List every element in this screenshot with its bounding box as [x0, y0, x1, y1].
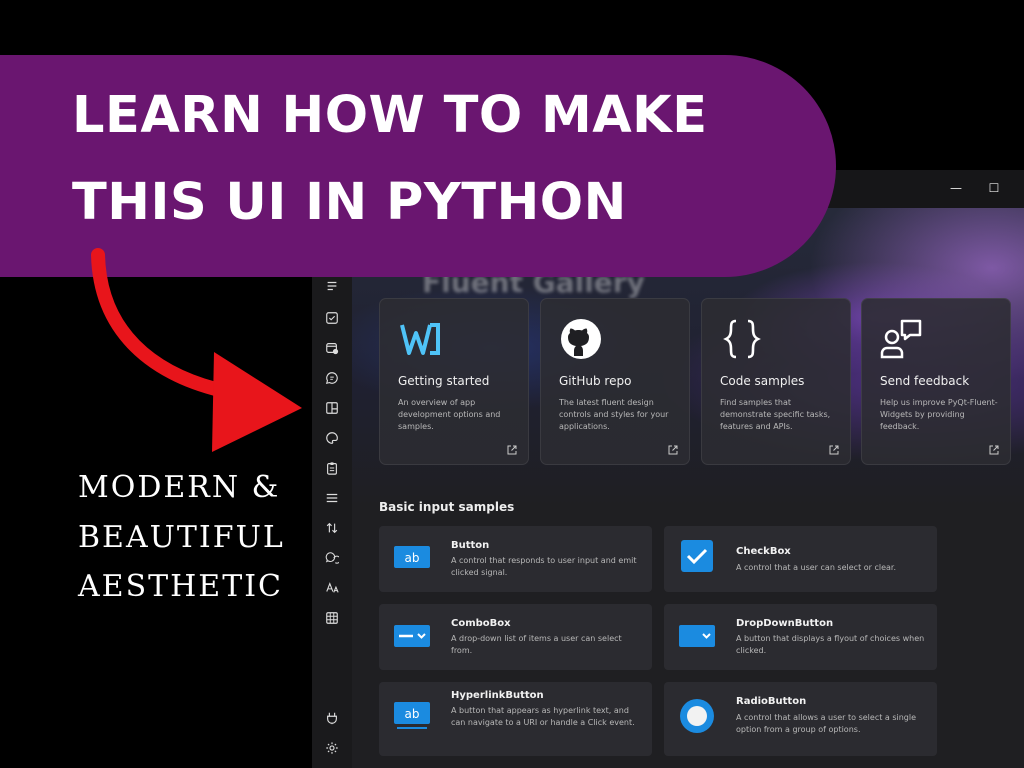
svg-text:ab: ab — [405, 707, 420, 721]
sample-description: A button that appears as hyperlink text,… — [451, 706, 635, 727]
headline-line-2: THIS UI IN PYTHON — [72, 173, 627, 232]
sample-name: ComboBox — [451, 618, 511, 629]
button-sample-icon: ab — [394, 546, 430, 568]
card-title: Send feedback — [880, 374, 970, 388]
nav-item-text[interactable] — [322, 578, 342, 598]
radiobutton-sample-icon — [680, 699, 714, 733]
feedback-icon — [880, 319, 922, 359]
card-send-feedback[interactable]: Send feedback Help us improve PyQt-Fluen… — [861, 298, 1011, 465]
layout-icon — [326, 402, 338, 414]
sample-description: A control that responds to user input an… — [451, 556, 637, 577]
sample-dropdownbutton[interactable]: DropDownButton A button that displays a … — [664, 604, 937, 670]
sample-description: A control that allows a user to select a… — [736, 713, 917, 734]
date-time-icon — [326, 343, 339, 355]
combobox-sample-icon — [394, 625, 430, 647]
palette-icon — [326, 432, 338, 444]
headline-line-1: LEARN HOW TO MAKE — [72, 86, 708, 145]
card-github-repo[interactable]: GitHub repo The latest fluent design con… — [540, 298, 690, 465]
list-icon — [327, 281, 337, 291]
headline-banner: LEARN HOW TO MAKE THIS UI IN PYTHON — [0, 55, 836, 277]
sample-combobox[interactable]: ComboBox A drop-down list of items a use… — [379, 604, 652, 670]
nav-item-material[interactable] — [322, 428, 342, 448]
table-icon — [326, 612, 338, 624]
card-title: Code samples — [720, 374, 805, 388]
open-link-icon — [989, 445, 999, 455]
card-title: Getting started — [398, 374, 490, 388]
open-link-icon — [668, 445, 678, 455]
tagline-line-1: MODERN & — [78, 470, 281, 505]
minimize-button[interactable]: — — [942, 176, 970, 200]
nav-item-menus[interactable] — [322, 458, 342, 478]
card-description: An overview of app development options a… — [398, 398, 501, 431]
nav-item-basic-input[interactable] — [322, 308, 342, 328]
sample-description: A button that displays a flyout of choic… — [736, 634, 925, 655]
open-link-icon — [507, 445, 517, 455]
nav-item-scrolling[interactable] — [322, 518, 342, 538]
nav-item-dialogs[interactable] — [322, 368, 342, 388]
sample-name: HyperlinkButton — [451, 690, 544, 701]
sample-button[interactable]: ab Button A control that responds to use… — [379, 526, 652, 592]
nav-item-layout[interactable] — [322, 398, 342, 418]
tagline-line-2: BEAUTIFUL — [78, 520, 285, 555]
plugin-icon — [327, 712, 337, 725]
checkbox-sample-icon — [681, 540, 713, 572]
sample-name: Button — [451, 540, 490, 551]
sample-name: RadioButton — [736, 696, 807, 707]
nav-item-status-info[interactable] — [322, 548, 342, 568]
open-link-icon — [829, 445, 839, 455]
sample-radiobutton[interactable]: RadioButton A control that allows a user… — [664, 682, 937, 756]
sort-icon — [326, 522, 338, 534]
card-code-samples[interactable]: Code samples Find samples that demonstra… — [701, 298, 851, 465]
card-description: Find samples that demonstrate specific t… — [720, 398, 831, 431]
nav-item-list[interactable] — [322, 276, 342, 296]
hyperlink-sample-icon: ab — [394, 702, 430, 729]
svg-text:ab: ab — [405, 551, 420, 565]
dialog-icon — [325, 552, 339, 564]
nav-item-navigation[interactable] — [322, 488, 342, 508]
sample-description: A control that a user can select or clea… — [736, 563, 897, 572]
sample-hyperlinkbutton[interactable]: ab HyperlinkButton A button that appears… — [379, 682, 652, 756]
nav-item-settings[interactable] — [322, 738, 342, 758]
sample-description: A drop-down list of items a user can sel… — [451, 634, 622, 655]
card-description: The latest fluent design controls and st… — [559, 398, 669, 431]
menu-icon — [326, 493, 338, 503]
nav-item-date-time[interactable] — [322, 338, 342, 358]
sample-checkbox[interactable]: CheckBox A control that a user can selec… — [664, 526, 937, 592]
text-icon — [326, 582, 339, 593]
clipboard-icon — [327, 462, 337, 475]
sample-name: CheckBox — [736, 546, 791, 557]
section-title: Basic input samples — [379, 500, 515, 514]
tagline-line-3: AESTHETIC — [78, 569, 284, 604]
nav-item-plugins[interactable] — [322, 708, 342, 728]
card-description: Help us improve PyQt-Fluent-Widgets by p… — [880, 398, 998, 431]
nav-item-view[interactable] — [322, 608, 342, 628]
fluent-logo-icon — [400, 323, 440, 355]
dropdown-sample-icon — [679, 625, 715, 647]
braces-icon — [723, 319, 761, 359]
github-icon — [561, 319, 601, 359]
navigation-rail — [312, 208, 352, 768]
card-title: GitHub repo — [559, 374, 632, 388]
card-getting-started[interactable]: Getting started An overview of app devel… — [379, 298, 529, 465]
chat-icon — [325, 372, 338, 385]
sample-name: DropDownButton — [736, 618, 834, 629]
maximize-button[interactable]: ☐ — [980, 176, 1008, 200]
checkbox-icon — [326, 312, 338, 324]
settings-icon — [326, 742, 338, 754]
